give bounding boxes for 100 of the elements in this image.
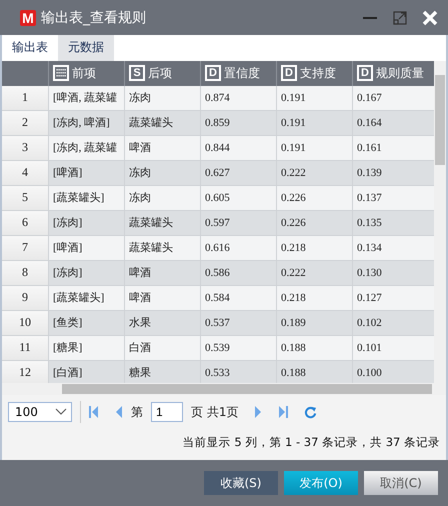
- record-status: 当前显示 5 列，第 1 - 37 条记录，共 37 条记录: [182, 434, 441, 450]
- table-cell: 0.135: [353, 210, 434, 236]
- column-label: 后项: [148, 64, 172, 82]
- table-cell: [蔬菜罐头]: [49, 186, 125, 211]
- column-header[interactable]: D 置信度: [201, 60, 277, 86]
- table-cell: 糖果: [125, 360, 201, 384]
- column-label: 规则质量: [376, 64, 424, 82]
- table-cell: 0.218: [277, 236, 353, 261]
- column-header[interactable]: 前项: [49, 60, 125, 86]
- window-title: 输出表_查看规则: [41, 8, 147, 26]
- table-cell: 水果: [125, 310, 201, 336]
- table-cell: 0.597: [201, 210, 277, 236]
- page-total: 页 共1页: [191, 404, 238, 421]
- type-icon: D: [357, 65, 373, 82]
- refresh-icon[interactable]: [304, 406, 318, 419]
- column-label: 支持度: [300, 64, 336, 82]
- row-number: 5: [2, 186, 49, 211]
- type-icon: D: [205, 65, 221, 82]
- table-cell: [糖果]: [49, 336, 125, 361]
- row-number: 2: [2, 110, 49, 136]
- table-cell: 0.188: [277, 336, 353, 361]
- table-cell: 0.616: [201, 236, 277, 261]
- table-cell: 0.627: [201, 160, 277, 186]
- table-cell: 0.226: [277, 186, 353, 211]
- table-cell: 蔬菜罐头: [125, 110, 201, 136]
- table-cell: 0.226: [277, 210, 353, 236]
- table-cell: [啤酒]: [49, 160, 125, 186]
- table-cell: [蔬菜罐头]: [49, 286, 125, 311]
- next-page-icon[interactable]: [254, 406, 262, 418]
- type-icon: S: [129, 65, 145, 82]
- table-cell: 0.874: [201, 86, 277, 111]
- table-cell: [冻肉, 蔬菜罐: [49, 136, 125, 161]
- table-cell: [冻肉, 啤酒]: [49, 110, 125, 136]
- table-cell: [鱼类]: [49, 310, 125, 336]
- row-number: 7: [2, 236, 49, 261]
- table-cell: 冻肉: [125, 186, 201, 211]
- table-cell: 0.130: [353, 260, 434, 286]
- table-cell: [啤酒]: [49, 236, 125, 261]
- column-header[interactable]: S 后项: [125, 60, 201, 86]
- previous-page-icon[interactable]: [115, 406, 123, 418]
- page-input[interactable]: 1: [151, 402, 183, 422]
- table-cell: 0.139: [353, 160, 434, 186]
- last-page-icon[interactable]: [278, 406, 288, 418]
- column-header[interactable]: D 支持度: [277, 60, 353, 86]
- table-cell: 0.164: [353, 110, 434, 136]
- table-cell: [啤酒, 蔬菜罐: [49, 86, 125, 111]
- table-cell: [白酒]: [49, 360, 125, 384]
- row-number: 12: [2, 360, 49, 384]
- page-size-select[interactable]: 100: [8, 402, 72, 422]
- table-cell: 啤酒: [125, 136, 201, 161]
- row-number: 8: [2, 260, 49, 286]
- table-cell: 冻肉: [125, 160, 201, 186]
- table-cell: [冻肉]: [49, 210, 125, 236]
- row-number: 1: [2, 86, 49, 111]
- table-cell: 蔬菜罐头: [125, 236, 201, 261]
- header-corner: [2, 60, 49, 86]
- table-cell: 0.191: [277, 136, 353, 161]
- table-cell: 0.188: [277, 360, 353, 384]
- row-number: 6: [2, 210, 49, 236]
- tab[interactable]: 元数据: [58, 35, 114, 61]
- table-cell: 白酒: [125, 336, 201, 361]
- table-cell: 0.844: [201, 136, 277, 161]
- table-cell: 0.586: [201, 260, 277, 286]
- close-icon[interactable]: [422, 10, 438, 26]
- table-cell: 0.859: [201, 110, 277, 136]
- caret-icon: [55, 408, 67, 416]
- row-number: 9: [2, 286, 49, 311]
- page-prefix: 第: [131, 404, 143, 421]
- maximize-icon[interactable]: [393, 10, 407, 24]
- column-label: 置信度: [224, 64, 260, 82]
- table-cell: 0.539: [201, 336, 277, 361]
- table-cell: 蔬菜罐头: [125, 210, 201, 236]
- table-cell: 0.537: [201, 310, 277, 336]
- type-icon: D: [281, 65, 297, 82]
- dialog-button[interactable]: 收藏(S): [204, 471, 278, 495]
- dialog-button[interactable]: 取消(C): [364, 471, 438, 495]
- table-cell: 0.533: [201, 360, 277, 384]
- row-number: 3: [2, 136, 49, 161]
- column-header[interactable]: D 规则质量: [353, 60, 434, 86]
- row-number: 4: [2, 160, 49, 186]
- dialog-button[interactable]: 发布(O): [284, 471, 358, 495]
- first-page-icon[interactable]: [89, 406, 99, 418]
- table-cell: 啤酒: [125, 286, 201, 311]
- table-cell: 0.584: [201, 286, 277, 311]
- row-number: 10: [2, 310, 49, 336]
- grid-icon: [53, 65, 69, 82]
- app-logo: M: [20, 10, 36, 26]
- table-cell: 0.100: [353, 360, 434, 384]
- table-cell: 0.218: [277, 286, 353, 311]
- table-cell: 冻肉: [125, 86, 201, 111]
- table-cell: 0.605: [201, 186, 277, 211]
- row-number: 11: [2, 336, 49, 361]
- table-cell: 啤酒: [125, 260, 201, 286]
- table-cell: 0.222: [277, 260, 353, 286]
- table-cell: 0.191: [277, 86, 353, 111]
- table-cell: 0.222: [277, 160, 353, 186]
- table-cell: 0.191: [277, 110, 353, 136]
- table-cell: [冻肉]: [49, 260, 125, 286]
- table-cell: 0.102: [353, 310, 434, 336]
- table-cell: 0.189: [277, 310, 353, 336]
